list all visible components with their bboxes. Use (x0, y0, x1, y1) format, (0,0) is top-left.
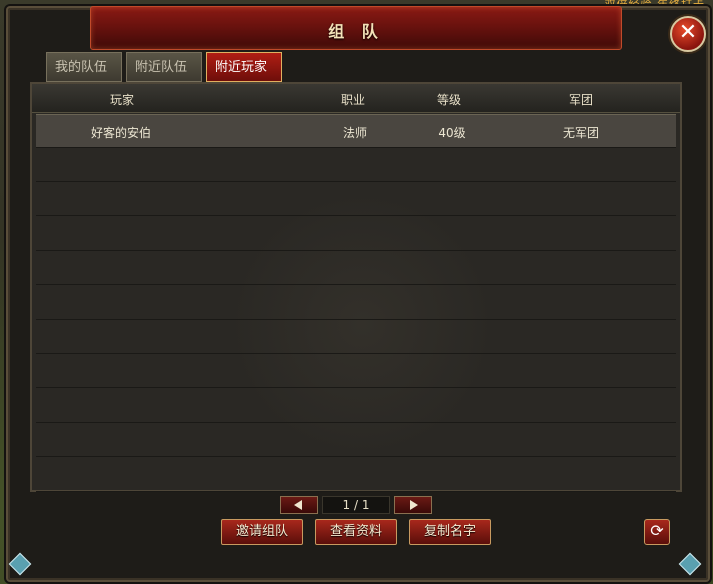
cell-level: 40级 (438, 126, 466, 140)
table-row-empty (36, 320, 676, 354)
close-button[interactable]: ✕ (670, 16, 706, 52)
window-title: 组 队 (328, 22, 384, 41)
header-player: 玩家 (109, 93, 134, 107)
invite-team-button[interactable]: 邀请组队 (221, 519, 303, 545)
tab-nearby-players[interactable]: 附近玩家 (206, 52, 282, 82)
title-bar: 组 队 (90, 6, 622, 50)
next-page-button[interactable] (394, 496, 432, 514)
table-row-empty (36, 251, 676, 286)
page-indicator: 1 / 1 (322, 496, 390, 514)
header-class: 职业 (340, 93, 365, 107)
table-row-empty (36, 148, 676, 182)
prev-page-button[interactable] (280, 496, 318, 514)
corner-ornament-right (678, 552, 702, 576)
table-row[interactable]: 好客的安伯 法师 40级 无军团 (36, 114, 676, 148)
arrow-right-icon (410, 500, 418, 510)
cell-legion: 无军团 (562, 126, 599, 140)
tab-nearby-teams[interactable]: 附近队伍 (126, 52, 202, 82)
header-legion: 军团 (568, 93, 593, 107)
table-row-empty (36, 182, 676, 217)
header-level: 等级 (436, 93, 461, 107)
table-row-empty (36, 354, 676, 389)
refresh-icon: ⟳ (650, 521, 664, 540)
view-profile-button[interactable]: 查看资料 (315, 519, 397, 545)
cell-player: 好客的安伯 (90, 126, 151, 140)
player-table: 玩家 职业 等级 军团 好客的安伯 法师 40级 无军团 (30, 82, 682, 492)
table-row-empty (36, 217, 676, 251)
table-row-empty (36, 389, 676, 423)
corner-ornament-left (8, 552, 32, 576)
close-icon: ✕ (678, 20, 698, 45)
cell-class: 法师 (342, 126, 367, 140)
copy-name-button[interactable]: 复制名字 (409, 519, 491, 545)
tab-my-team[interactable]: 我的队伍 (46, 52, 122, 82)
arrow-left-icon (294, 500, 302, 510)
table-header: 玩家 职业 等级 军团 (32, 84, 680, 113)
refresh-button[interactable]: ⟳ (644, 519, 670, 545)
table-row-empty (36, 423, 676, 458)
table-row-empty (36, 458, 676, 492)
table-row-empty (36, 286, 676, 320)
